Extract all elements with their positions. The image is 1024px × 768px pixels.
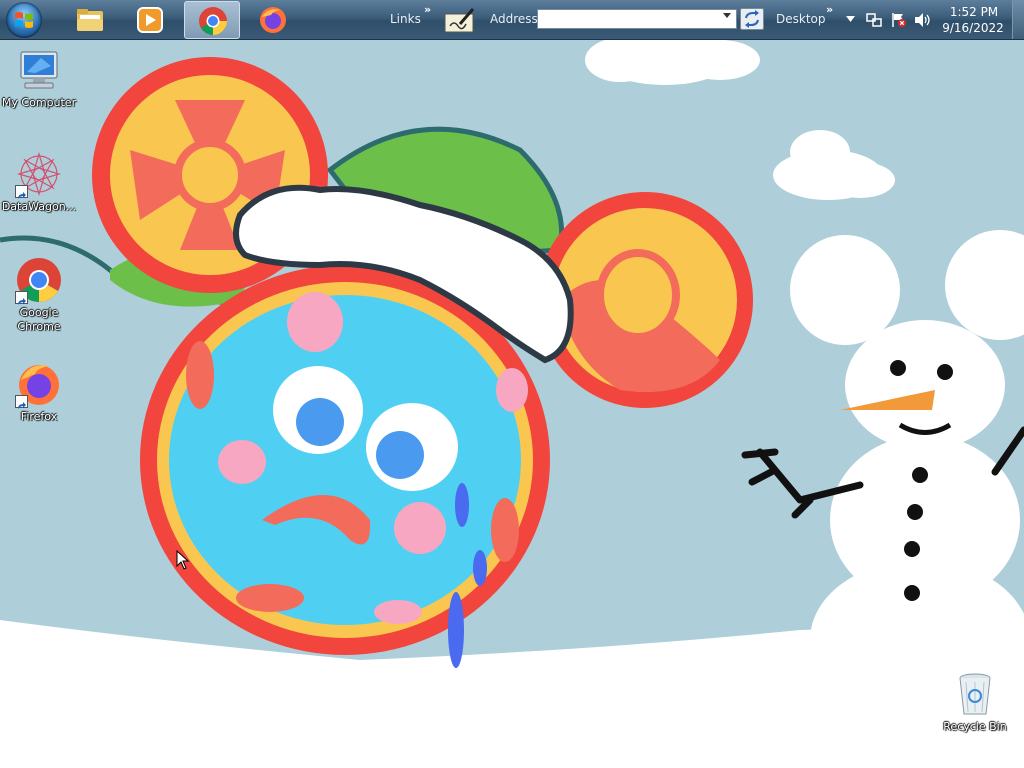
address-input[interactable] [537,9,737,29]
desktop-icon-label: Firefox [20,410,58,423]
taskbar-explorer-button[interactable] [62,1,118,39]
links-toolbar-label[interactable]: Links [390,12,421,26]
address-label: Address [490,12,538,26]
taskbar-media-player-button[interactable] [122,1,178,39]
taskbar-firefox-button[interactable] [245,1,301,39]
volume-icon[interactable] [914,12,932,28]
address-dropdown-icon[interactable] [723,13,731,18]
desktop-icon-datawagon[interactable]: DataWagon... [1,150,77,214]
media-player-icon [137,7,163,33]
taskbar-chrome-button[interactable] [184,1,240,39]
action-center-icon[interactable] [891,12,907,28]
desktop-icon-recycle-bin[interactable]: Recycle Bin [937,670,1013,734]
recycle-bin-icon [959,673,991,715]
tray-overflow-icon[interactable] [846,16,855,22]
network-icon[interactable] [866,12,882,28]
show-desktop-button[interactable] [1012,0,1024,39]
shortcut-arrow-icon [15,395,28,409]
windows-logo-icon [15,12,33,28]
desktop-icon-label: My Computer [1,96,77,109]
refresh-arrows-icon [745,10,759,28]
address-go-button[interactable] [740,8,764,30]
start-button[interactable] [6,2,42,38]
computer-icon [20,51,58,89]
desktop-icon-label: Recycle Bin [943,720,1007,733]
desktop-wallpaper [0,0,1024,768]
clock-date[interactable]: 9/16/2022 [940,21,1006,35]
mouse-cursor-icon [176,550,190,570]
desktop-icon-label: DataWagon... [1,200,77,213]
clock-time[interactable]: 1:52 PM [946,5,1002,19]
desktop-toolbar-label[interactable]: Desktop [776,12,826,26]
chrome-icon [199,7,227,35]
desktop-icon-google-chrome[interactable]: Google Chrome [1,256,77,334]
shortcut-arrow-icon [15,185,28,199]
links-chevron-icon[interactable]: » [424,3,431,16]
taskbar: Links » Address Desktop » 1:52 PM 9/16/2… [0,0,1024,40]
desktop-icon-firefox[interactable]: Firefox [1,360,77,424]
folder-icon [77,9,103,31]
desktop-icon-label: Google Chrome [17,306,61,333]
signature-pen-icon[interactable] [444,6,476,34]
desktop-icon-my-computer[interactable]: My Computer [1,46,77,110]
desktop-chevron-icon[interactable]: » [826,3,833,16]
firefox-icon [260,7,286,33]
shortcut-arrow-icon [15,291,28,305]
